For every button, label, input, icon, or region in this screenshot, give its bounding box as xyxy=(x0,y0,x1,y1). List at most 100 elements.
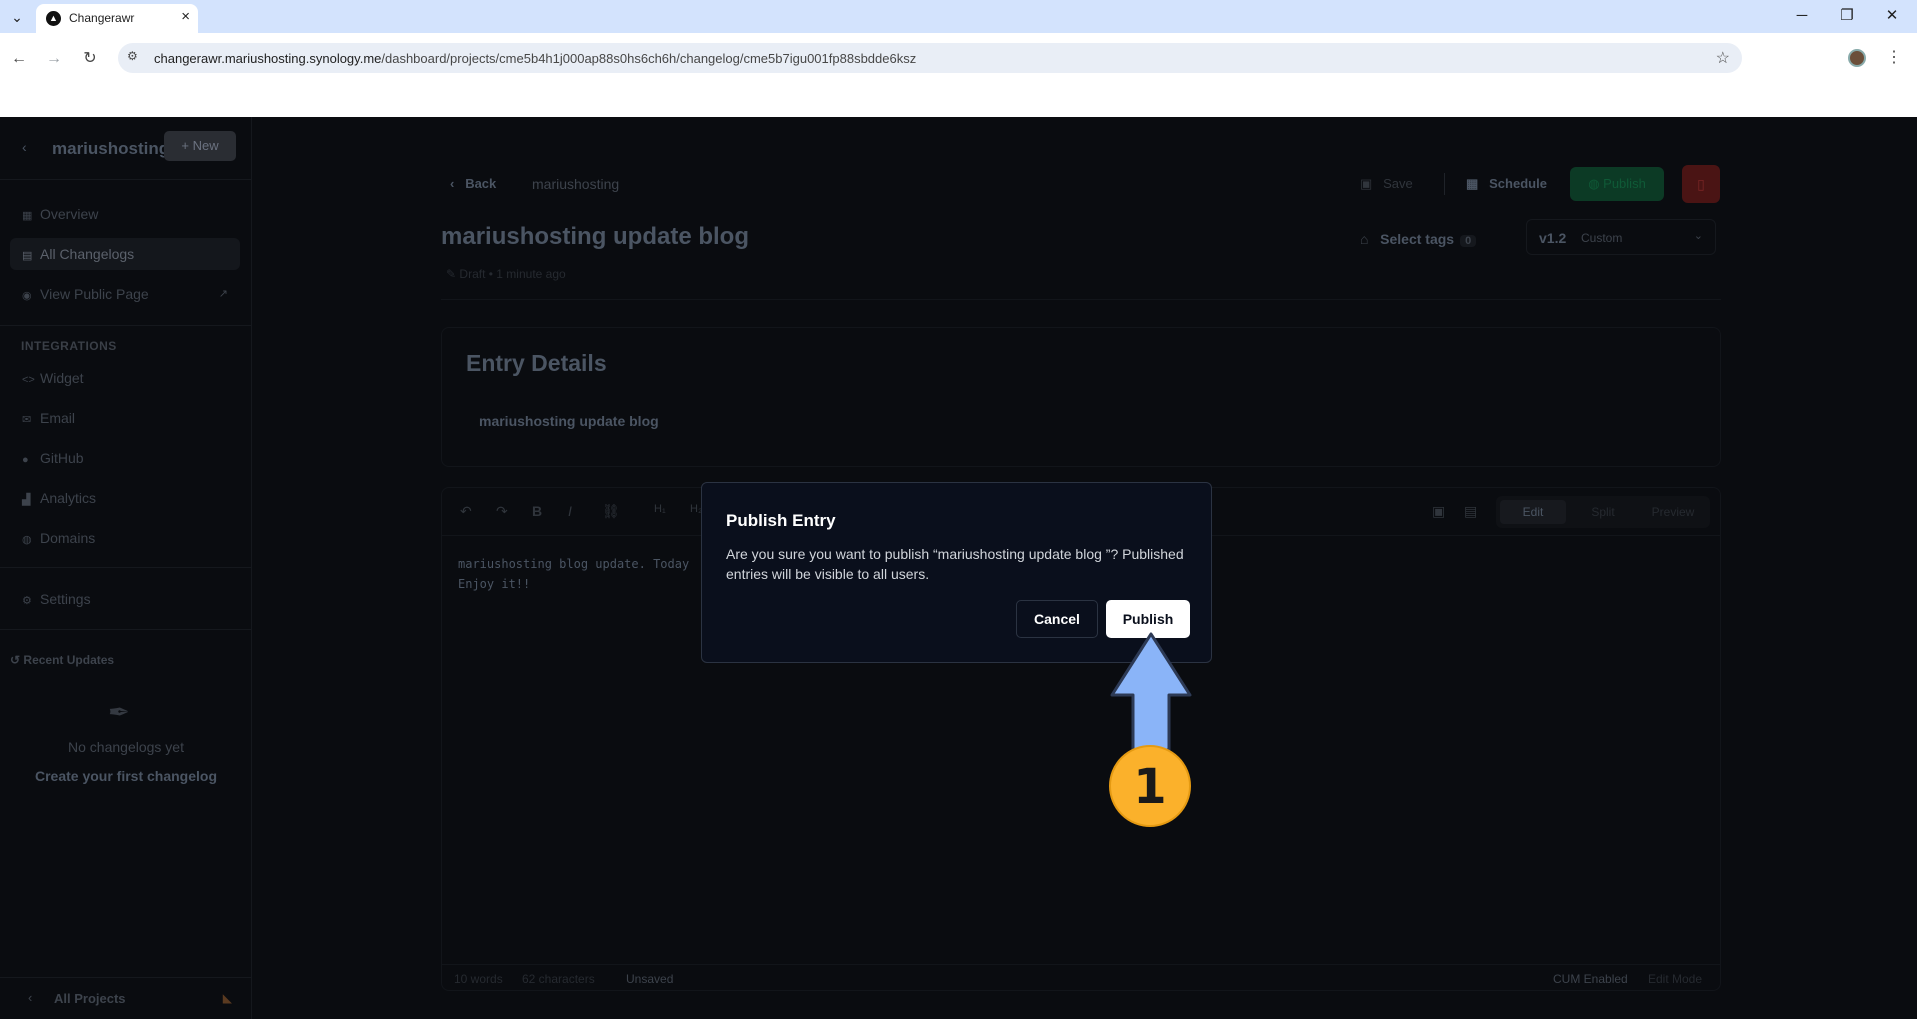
char-count: 62 characters xyxy=(522,972,595,986)
tab-edit[interactable]: Edit xyxy=(1500,500,1566,524)
version-value: v1.2 xyxy=(1539,230,1567,246)
publish-header-button[interactable]: ◍ Publish xyxy=(1570,167,1664,201)
favicon-icon: ▲ xyxy=(46,11,61,26)
redo-icon[interactable]: ↷ xyxy=(496,503,508,520)
chart-icon: ▟ xyxy=(22,494,31,506)
back-link[interactable]: ‹ Back xyxy=(450,176,496,191)
entry-details-card: Entry Details mariushosting update blog xyxy=(441,327,1721,467)
tab-search-icon[interactable]: ⌄ xyxy=(6,6,28,28)
divider xyxy=(441,299,1721,300)
version-select[interactable]: v1.2 Custom ⌄ xyxy=(1526,219,1716,255)
new-button[interactable]: + New xyxy=(164,131,236,161)
globe-icon: ◍ xyxy=(22,534,32,546)
reload-icon[interactable]: ↻ xyxy=(78,47,102,71)
editor-mode-toggle: Edit Split Preview xyxy=(1496,496,1710,528)
rss-icon[interactable]: ◣ xyxy=(223,991,232,1005)
back-arrow-icon[interactable]: ← xyxy=(7,47,31,71)
up-arrow-icon xyxy=(1110,632,1192,752)
menu-kebab-icon[interactable]: ⋮ xyxy=(1886,47,1902,67)
undo-icon[interactable]: ↶ xyxy=(460,503,472,520)
integrations-heading: INTEGRATIONS xyxy=(21,339,117,353)
save-icon: ▣ xyxy=(1360,176,1373,191)
tags-count-badge: 0 xyxy=(1460,235,1477,247)
version-type: Custom xyxy=(1581,231,1623,245)
sidebar-item-github[interactable]: ● GitHub xyxy=(10,442,240,474)
link-icon[interactable]: ⛓ xyxy=(602,503,620,520)
document-icon: ▤ xyxy=(22,250,33,262)
dialog-message: Are you sure you want to publish “marius… xyxy=(726,546,1184,582)
title-input[interactable]: mariushosting update blog xyxy=(466,402,1696,440)
save-state: Unsaved xyxy=(626,972,674,986)
trash-icon: ▯ xyxy=(1697,176,1705,192)
save-button[interactable]: ▣ Save xyxy=(1360,176,1413,192)
divider xyxy=(1444,173,1445,195)
address-bar[interactable]: ⚙ changerawr.mariushosting.synology.me/d… xyxy=(118,43,1742,73)
minimize-icon[interactable]: ─ xyxy=(1782,4,1822,28)
mail-icon: ✉ xyxy=(22,414,32,426)
project-name: mariushosting xyxy=(52,139,170,158)
divider xyxy=(0,179,252,180)
entry-title: mariushosting update blog xyxy=(441,223,750,250)
tab-preview[interactable]: Preview xyxy=(1640,500,1706,524)
divider xyxy=(0,629,252,630)
code-icon: <> xyxy=(22,374,35,386)
forward-arrow-icon[interactable]: → xyxy=(42,47,66,71)
all-projects-link[interactable]: All Projects xyxy=(54,991,126,1006)
dialog-title: Publish Entry xyxy=(726,511,836,530)
url-text: changerawr.mariushosting.synology.me/das… xyxy=(154,51,917,66)
sidebar-item-view-public-page[interactable]: ◉ View Public Page ↗ xyxy=(10,278,240,310)
breadcrumb: mariushosting xyxy=(532,176,620,192)
save-draft-icon[interactable]: ▣ xyxy=(1432,503,1445,520)
word-count: 10 words xyxy=(454,972,503,986)
chevron-left-icon[interactable]: ‹ xyxy=(22,139,27,155)
export-icon[interactable]: ▤ xyxy=(1464,503,1477,520)
browser-toolbar: ← → ↻ ⚙ changerawr.mariushosting.synolog… xyxy=(0,33,1917,117)
divider xyxy=(0,325,252,326)
history-icon: ↺ xyxy=(10,653,21,667)
step-number-badge: 1 xyxy=(1109,745,1191,827)
sidebar-item-overview[interactable]: ▦ Overview xyxy=(10,198,240,230)
grid-icon: ▦ xyxy=(22,210,33,222)
sidebar-item-domains[interactable]: ◍ Domains xyxy=(10,522,240,554)
restore-icon[interactable]: ❐ xyxy=(1827,4,1867,28)
github-icon: ● xyxy=(22,454,29,466)
external-link-icon: ↗ xyxy=(218,288,228,300)
sidebar-footer: ‹ All Projects ◣ xyxy=(0,977,252,1019)
gear-icon: ⚙ xyxy=(22,595,32,607)
entry-meta: ✎ Draft • 1 minute ago xyxy=(446,267,566,281)
heading1-icon[interactable]: H₁ xyxy=(654,503,666,515)
globe-icon: ◍ xyxy=(1588,176,1600,191)
cancel-button[interactable]: Cancel xyxy=(1016,600,1098,638)
site-info-icon[interactable]: ⚙ xyxy=(127,49,138,63)
entry-details-heading: Entry Details xyxy=(466,350,607,376)
sidebar-item-all-changelogs[interactable]: ▤ All Changelogs xyxy=(10,238,240,270)
edit-mode-status: Edit Mode xyxy=(1648,972,1703,986)
empty-state-text: No changelogs yet xyxy=(68,739,184,755)
cum-status: CUM Enabled xyxy=(1553,972,1628,986)
recent-updates-heading: ↺ Recent Updates xyxy=(10,653,115,667)
eye-icon: ◉ xyxy=(22,290,32,302)
delete-button[interactable]: ▯ xyxy=(1682,165,1720,203)
tab-title: Changerawr xyxy=(69,11,135,25)
tab-close-icon[interactable]: × xyxy=(181,8,190,25)
bold-icon[interactable]: B xyxy=(532,503,542,519)
sidebar-item-email[interactable]: ✉ Email xyxy=(10,402,240,434)
schedule-button[interactable]: ▦ Schedule xyxy=(1466,176,1547,192)
sidebar-item-analytics[interactable]: ▟ Analytics xyxy=(10,482,240,514)
select-tags-button[interactable]: ⌂ Select tags 0 xyxy=(1360,231,1477,247)
italic-icon[interactable]: I xyxy=(568,503,572,519)
profile-avatar[interactable] xyxy=(1848,49,1866,67)
window-close-icon[interactable]: ✕ xyxy=(1872,4,1912,28)
browser-tab[interactable]: ▲ Changerawr × xyxy=(36,4,198,33)
editor-statusbar: 10 words 62 characters Unsaved CUM Enabl… xyxy=(442,964,1720,990)
sidebar-item-widget[interactable]: <> Widget xyxy=(10,362,240,394)
sidebar-item-settings[interactable]: ⚙ Settings xyxy=(10,583,240,615)
sidebar: ‹ mariushosting + New ▦ Overview ▤ All Cha… xyxy=(0,117,252,1019)
tab-split[interactable]: Split xyxy=(1570,500,1636,524)
create-changelog-link[interactable]: Create your first changelog xyxy=(0,768,252,784)
editor-content[interactable]: mariushosting blog update. Today Enjoy it… xyxy=(458,554,689,594)
tag-icon: ⌂ xyxy=(1360,231,1369,247)
bookmark-star-icon[interactable]: ☆ xyxy=(1716,48,1730,68)
chevron-left-icon: ‹ xyxy=(450,176,455,191)
browser-tabstrip: ⌄ ▲ Changerawr × ─ ❐ ✕ xyxy=(0,0,1917,33)
